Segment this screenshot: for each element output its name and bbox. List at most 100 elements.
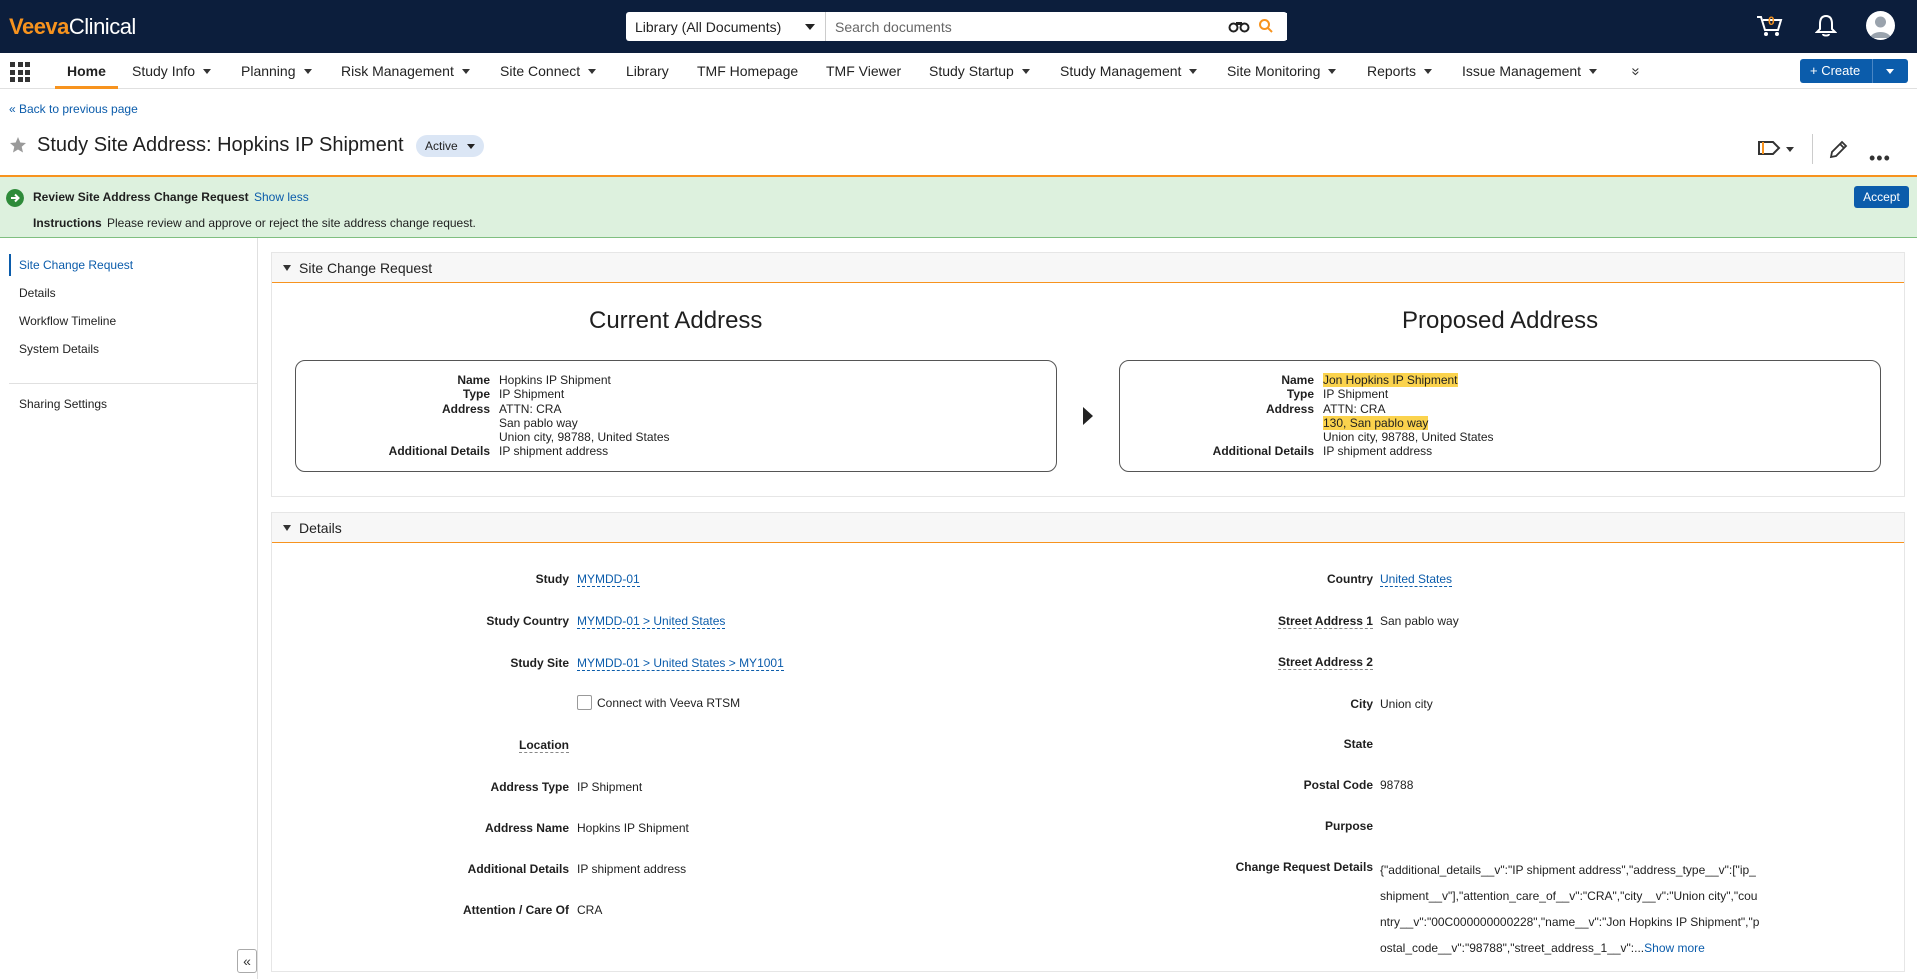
nav-study-info[interactable]: Study Info [132,53,212,89]
chevron-down-icon [1189,68,1198,74]
favorite-star-icon[interactable] [9,136,27,154]
accept-button[interactable]: Accept [1854,186,1909,208]
street-address-1-value: San pablo way [1380,614,1459,628]
tag-dropdown-chevron-icon[interactable] [1786,147,1794,152]
section-sidebar: Site Change Request Details Workflow Tim… [0,238,258,979]
active-indicator [9,254,11,276]
section-header[interactable]: Site Change Request [272,253,1904,283]
proposed-additional-value: IP shipment address [1323,444,1433,458]
change-request-details-value: {"additional_details__v":"IP shipment ad… [1380,863,1760,955]
sidebar-item-workflow-timeline[interactable]: Workflow Timeline [19,314,116,328]
instructions-label: Instructions [33,216,102,230]
collapse-sidebar-button[interactable]: « [237,949,257,973]
proposed-name-label: Name [1281,373,1314,387]
proposed-type-label: Type [1286,387,1314,401]
current-additional-label: Additional Details [388,444,490,458]
more-tabs-icon[interactable]: » [1628,67,1645,75]
country-link[interactable]: United States [1380,572,1453,587]
study-country-link[interactable]: MYMDD-01 > United States [577,614,726,629]
more-actions-icon[interactable]: ••• [1869,148,1891,169]
edit-pencil-icon[interactable] [1828,140,1848,160]
state-label: State [1343,737,1373,751]
attention-care-of-label: Attention / Care Of [462,903,569,917]
connect-rtsm-label: Connect with Veeva RTSM [597,696,741,710]
nav-study-management[interactable]: Study Management [1060,53,1198,89]
nav-tmf-homepage[interactable]: TMF Homepage [697,53,798,89]
proposed-address-line3: Union city, 98788, United States [1323,430,1494,444]
sidebar-divider [9,383,257,384]
search-scope-dropdown[interactable]: Library (All Documents) [626,12,826,41]
app-launcher-grid-icon[interactable] [10,62,30,82]
back-to-previous-page-link[interactable]: « Back to previous page [9,102,138,116]
nav-tmf-viewer[interactable]: TMF Viewer [826,53,901,89]
arrow-right-icon [1083,407,1093,425]
change-request-details-label: Change Request Details [1235,860,1373,874]
show-more-link[interactable]: Show more [1644,941,1705,955]
proposed-address-line2: 130, San pablo way [1323,416,1429,430]
country-label: Country [1327,572,1373,586]
proposed-address-heading: Proposed Address [1402,307,1599,334]
current-type-label: Type [462,387,490,401]
search-icon[interactable] [1258,18,1274,34]
nav-issue-management[interactable]: Issue Management [1462,53,1598,89]
nav-planning[interactable]: Planning [241,53,312,89]
toolbar-divider [1812,134,1813,164]
postal-code-label: Postal Code [1303,778,1373,792]
address-name-value: Hopkins IP Shipment [577,821,689,835]
additional-details-value: IP shipment address [577,862,687,876]
search-bar: Library (All Documents) [626,12,1287,41]
create-button[interactable]: + Create [1800,59,1908,83]
create-dropdown-chevron-icon[interactable] [1886,68,1894,74]
page-title: Study Site Address: Hopkins IP Shipment [37,134,404,156]
collapse-triangle-icon [283,265,291,271]
user-avatar[interactable] [1866,11,1895,40]
binoculars-icon[interactable] [1228,19,1250,33]
nav-library[interactable]: Library [626,53,669,89]
study-site-label: Study Site [510,656,569,670]
current-address-label: Address [441,402,490,416]
show-less-link[interactable]: Show less [254,190,309,204]
sidebar-item-sharing-settings[interactable]: Sharing Settings [19,397,107,411]
connect-rtsm-checkbox[interactable] [577,695,592,710]
chevron-down-icon [805,24,815,30]
study-link[interactable]: MYMDD-01 [577,572,640,587]
nav-reports[interactable]: Reports [1367,53,1433,89]
nav-risk-management[interactable]: Risk Management [341,53,470,89]
chevron-down-icon [1589,68,1598,74]
chevron-down-icon [461,68,470,74]
chevron-down-icon [588,68,597,74]
sidebar-item-site-change-request[interactable]: Site Change Request [19,258,133,272]
proposed-name-value: Jon Hopkins IP Shipment [1323,373,1458,387]
notifications-bell-icon[interactable] [1815,14,1837,38]
status-dropdown[interactable]: Active [416,135,484,157]
task-banner: Review Site Address Change Request Show … [0,175,1917,238]
instructions-text: Please review and approve or reject the … [107,216,476,230]
collapse-triangle-icon [283,525,291,531]
chevron-down-icon [1021,68,1030,74]
top-header: VeevaClinical Library (All Documents) 0 [0,0,1917,53]
section-header[interactable]: Details [272,513,1904,543]
current-address-line3: Union city, 98788, United States [499,430,670,444]
task-title: Review Site Address Change Request [33,190,249,204]
current-type-value: IP Shipment [499,387,565,401]
sidebar-item-details[interactable]: Details [19,286,56,300]
chevron-down-icon [203,68,212,74]
nav-home[interactable]: Home [55,53,118,89]
nav-site-monitoring[interactable]: Site Monitoring [1227,53,1337,89]
proposed-address-label: Address [1265,402,1314,416]
chevron-down-icon [466,144,475,150]
attention-care-of-value: CRA [577,903,603,917]
task-arrow-icon [6,189,24,207]
sidebar-item-system-details[interactable]: System Details [19,342,99,356]
purpose-label: Purpose [1324,819,1373,833]
search-input[interactable] [826,13,1287,40]
current-address-line2: San pablo way [499,416,578,430]
proposed-type-value: IP Shipment [1323,387,1389,401]
study-site-link[interactable]: MYMDD-01 > United States > MY1001 [577,656,784,671]
location-label: Location [519,738,569,753]
additional-details-label: Additional Details [467,862,569,876]
veeva-clinical-logo[interactable]: VeevaClinical [9,14,136,40]
tag-icon[interactable] [1757,140,1781,156]
nav-site-connect[interactable]: Site Connect [500,53,597,89]
nav-study-startup[interactable]: Study Startup [929,53,1030,89]
